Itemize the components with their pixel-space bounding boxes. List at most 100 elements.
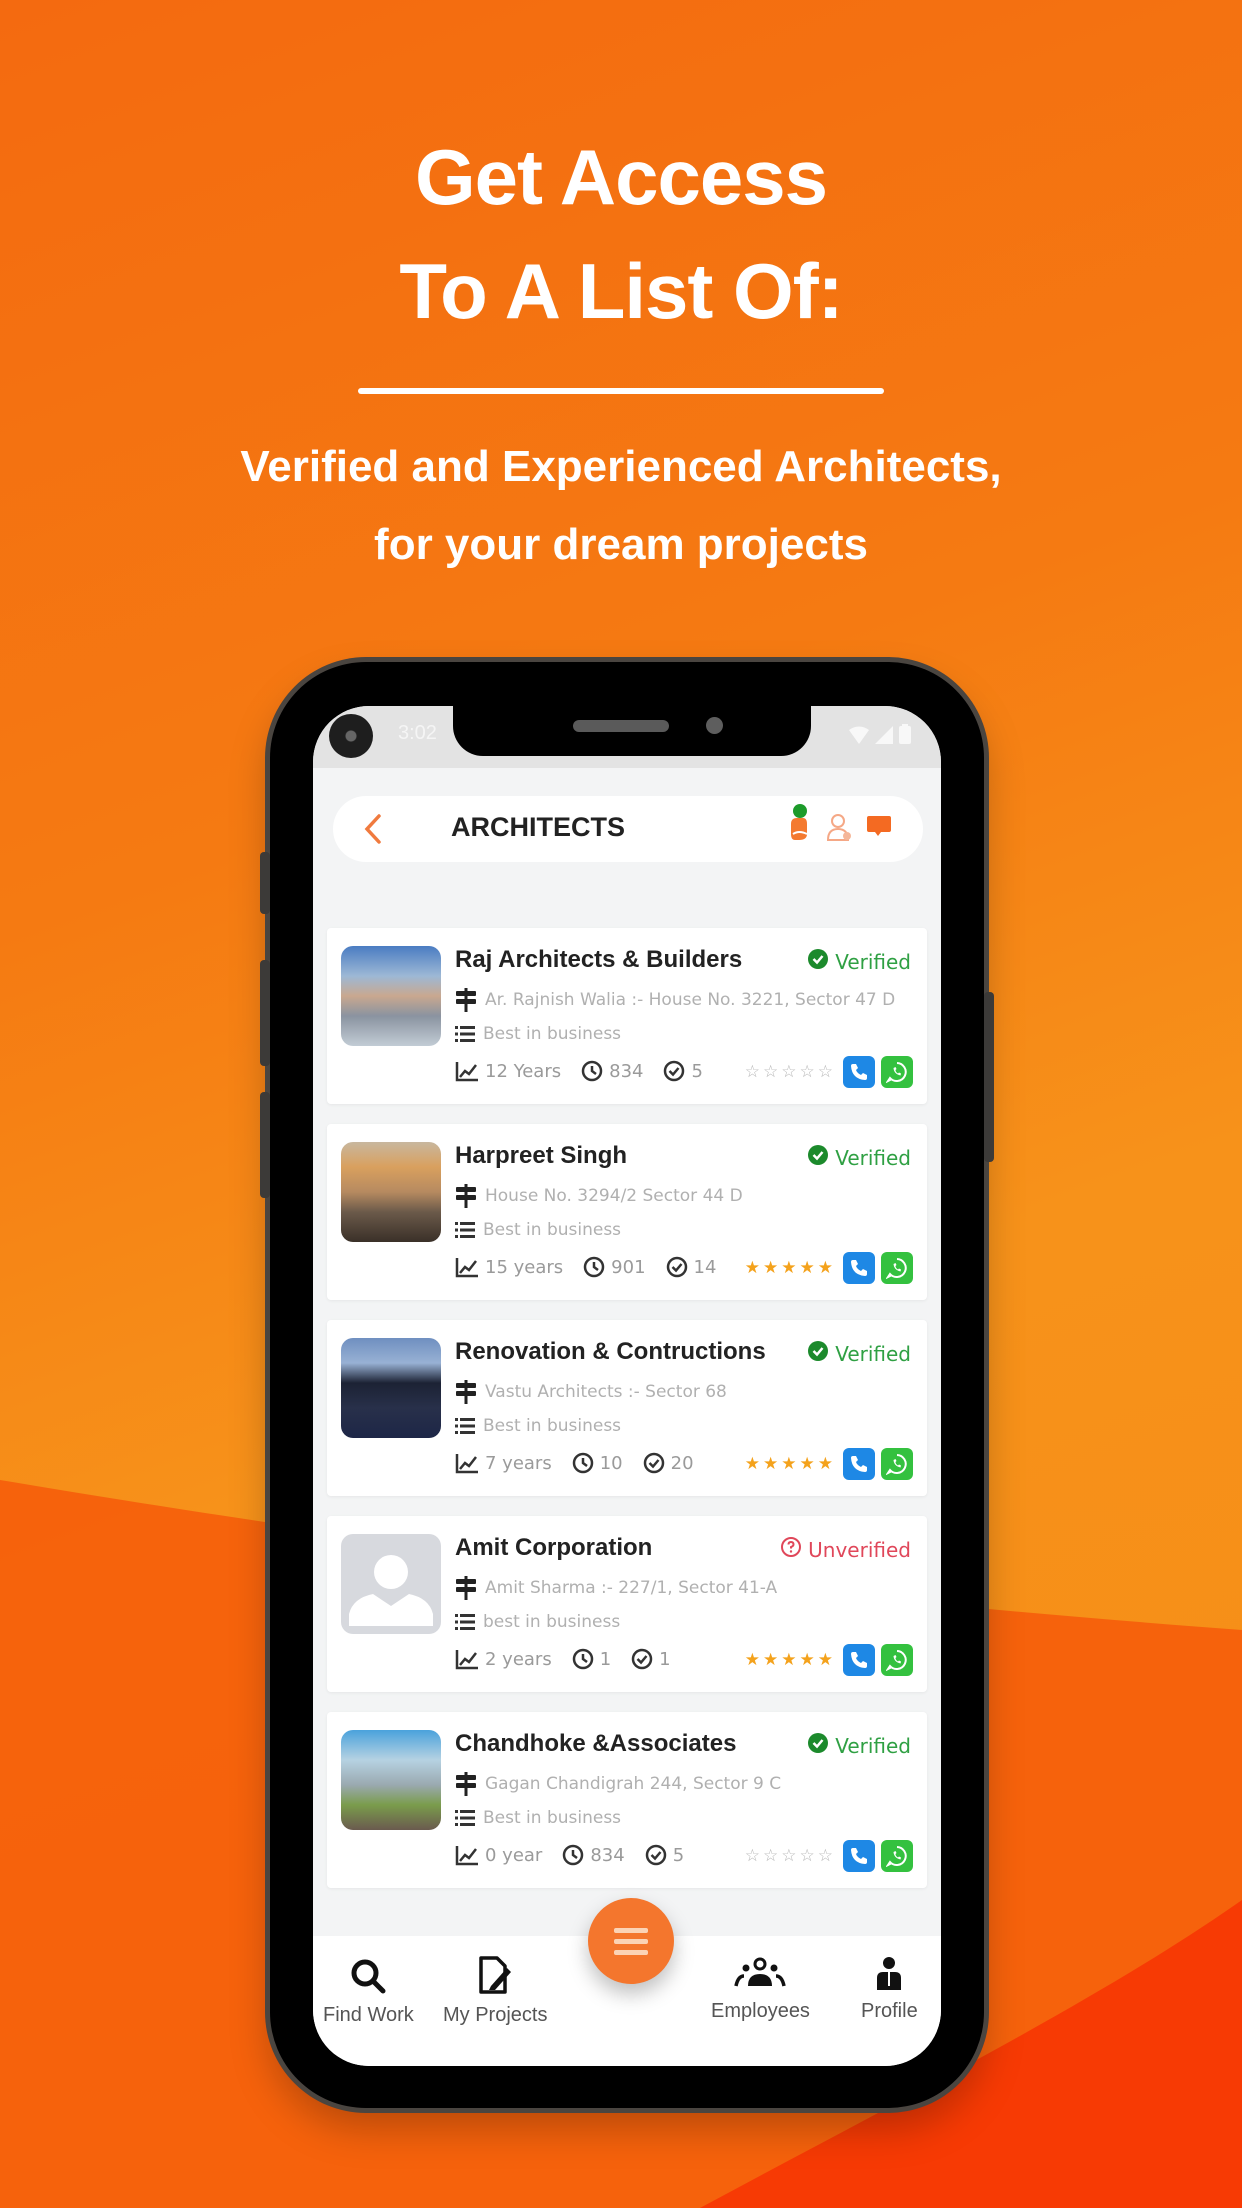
star-filled-icon: ★ [781, 1650, 797, 1670]
phone-side-button [260, 1092, 270, 1198]
list-icon [455, 1418, 475, 1434]
nav-my-projects[interactable]: My Projects [443, 1956, 547, 2027]
architect-address: House No. 3294/2 Sector 44 D [485, 1186, 743, 1206]
menu-icon [614, 1927, 648, 1933]
call-button[interactable] [843, 1840, 875, 1872]
architect-description: Best in business [483, 1808, 622, 1828]
rating-stars: ★ ★ ★ ★ ★ [745, 1258, 833, 1278]
phone-icon [851, 1260, 867, 1276]
check-circle-icon [643, 1452, 664, 1474]
whatsapp-button[interactable] [881, 1644, 913, 1676]
hero-section: Get Access To A List Of: Verified and Ex… [0, 120, 1242, 584]
architect-card[interactable]: Raj Architects & Builders Verified Ar. R… [327, 928, 927, 1104]
rating-stars: ★ ★ ★ ★ ★ [745, 1650, 833, 1670]
verification-badge: Verified [807, 1340, 911, 1367]
list-icon [455, 1614, 475, 1630]
star-outline-icon: ☆ [781, 1062, 797, 1082]
nav-find-work[interactable]: Find Work [323, 1956, 414, 2027]
star-filled-icon: ★ [817, 1650, 833, 1670]
whatsapp-button[interactable] [881, 1840, 913, 1872]
check-circle-icon [645, 1844, 666, 1866]
signal-icon [875, 726, 893, 744]
clock-icon [583, 1256, 605, 1278]
call-button[interactable] [843, 1252, 875, 1284]
architect-photo [341, 1534, 441, 1634]
hero-divider [358, 388, 884, 394]
search-icon [351, 1959, 386, 1994]
menu-fab-button[interactable] [588, 1898, 674, 1984]
architect-photo [341, 1730, 441, 1830]
architect-card[interactable]: Chandhoke &Associates Verified Gagan Cha… [327, 1712, 927, 1888]
projects-count: 1 [659, 1648, 671, 1670]
architect-address: Ar. Rajnish Walia :- House No. 3221, Sec… [485, 990, 896, 1010]
profile-button[interactable] [825, 812, 853, 846]
call-button[interactable] [843, 1644, 875, 1676]
architect-card[interactable]: Amit Corporation Unverified Amit Sharma … [327, 1516, 927, 1692]
notification-button[interactable] [787, 804, 813, 846]
architect-name: Chandhoke &Associates [455, 1730, 737, 1757]
star-filled-icon: ★ [817, 1454, 833, 1474]
star-outline-icon: ☆ [781, 1846, 797, 1866]
verification-status: Verified [835, 1341, 911, 1366]
whatsapp-icon [886, 1258, 907, 1279]
group-icon [734, 1957, 787, 1987]
signpost-icon [456, 1576, 476, 1600]
verified-check-icon [807, 1732, 829, 1759]
architect-address: Gagan Chandigrah 244, Sector 9 C [485, 1774, 782, 1794]
star-filled-icon: ★ [799, 1258, 815, 1278]
architect-name: Amit Corporation [455, 1534, 653, 1561]
status-bar: 3:02 [313, 706, 941, 768]
front-camera [329, 714, 373, 758]
whatsapp-button[interactable] [881, 1056, 913, 1088]
architect-name: Renovation & Contructions [455, 1338, 766, 1365]
back-button[interactable] [359, 810, 389, 848]
phone-notch [453, 706, 811, 756]
hero-subtitle-line-2: for your dream projects [374, 520, 868, 569]
call-button[interactable] [843, 1448, 875, 1480]
wifi-icon [849, 726, 869, 744]
chat-button[interactable] [865, 814, 893, 844]
call-button[interactable] [843, 1056, 875, 1088]
views-count: 1 [599, 1648, 612, 1670]
architect-photo [341, 1142, 441, 1242]
star-outline-icon: ☆ [744, 1062, 760, 1082]
star-outline-icon: ☆ [763, 1062, 779, 1082]
experience-years: 15 years [485, 1256, 564, 1278]
app-screen: 3:02 ARCHITECTS Raj Architects & Builder… [313, 706, 941, 2066]
star-outline-icon: ☆ [817, 1846, 833, 1866]
verification-status: Verified [835, 949, 911, 974]
phone-icon [851, 1064, 867, 1080]
nav-profile[interactable]: Profile [861, 1956, 918, 2023]
clock-icon [572, 1452, 593, 1474]
views-count: 10 [599, 1452, 623, 1474]
architect-description: Best in business [483, 1024, 622, 1044]
architect-list: Raj Architects & Builders Verified Ar. R… [327, 928, 927, 1908]
star-filled-icon: ★ [744, 1454, 760, 1474]
architect-card[interactable]: Harpreet Singh Verified House No. 3294/2… [327, 1124, 927, 1300]
check-circle-icon [664, 1060, 685, 1082]
avatar-placeholder-icon [349, 1555, 433, 1626]
phone-power-button [984, 992, 994, 1162]
architect-description: Best in business [483, 1416, 622, 1436]
whatsapp-button[interactable] [881, 1252, 913, 1284]
nav-employees[interactable]: Employees [711, 1956, 810, 2023]
trend-chart-icon [455, 1454, 478, 1474]
star-outline-icon: ☆ [799, 1062, 815, 1082]
experience-years: 7 years [485, 1452, 552, 1474]
phone-icon [851, 1848, 867, 1864]
whatsapp-icon [886, 1846, 907, 1867]
hero-title-line-2: To A List Of: [399, 247, 843, 335]
signpost-icon [456, 1184, 476, 1208]
phone-side-button [260, 960, 270, 1066]
experience-years: 2 years [485, 1648, 552, 1670]
whatsapp-button[interactable] [881, 1448, 913, 1480]
verification-status: Unverified [808, 1537, 911, 1562]
nav-my-projects-label: My Projects [443, 2004, 548, 2026]
phone-icon [851, 1456, 867, 1472]
projects-count: 5 [672, 1844, 685, 1866]
views-count: 834 [609, 1060, 644, 1082]
views-count: 834 [590, 1844, 625, 1866]
clock-icon [563, 1844, 584, 1866]
verified-check-icon [807, 1340, 829, 1367]
architect-card[interactable]: Renovation & Contructions Verified Vastu… [327, 1320, 927, 1496]
